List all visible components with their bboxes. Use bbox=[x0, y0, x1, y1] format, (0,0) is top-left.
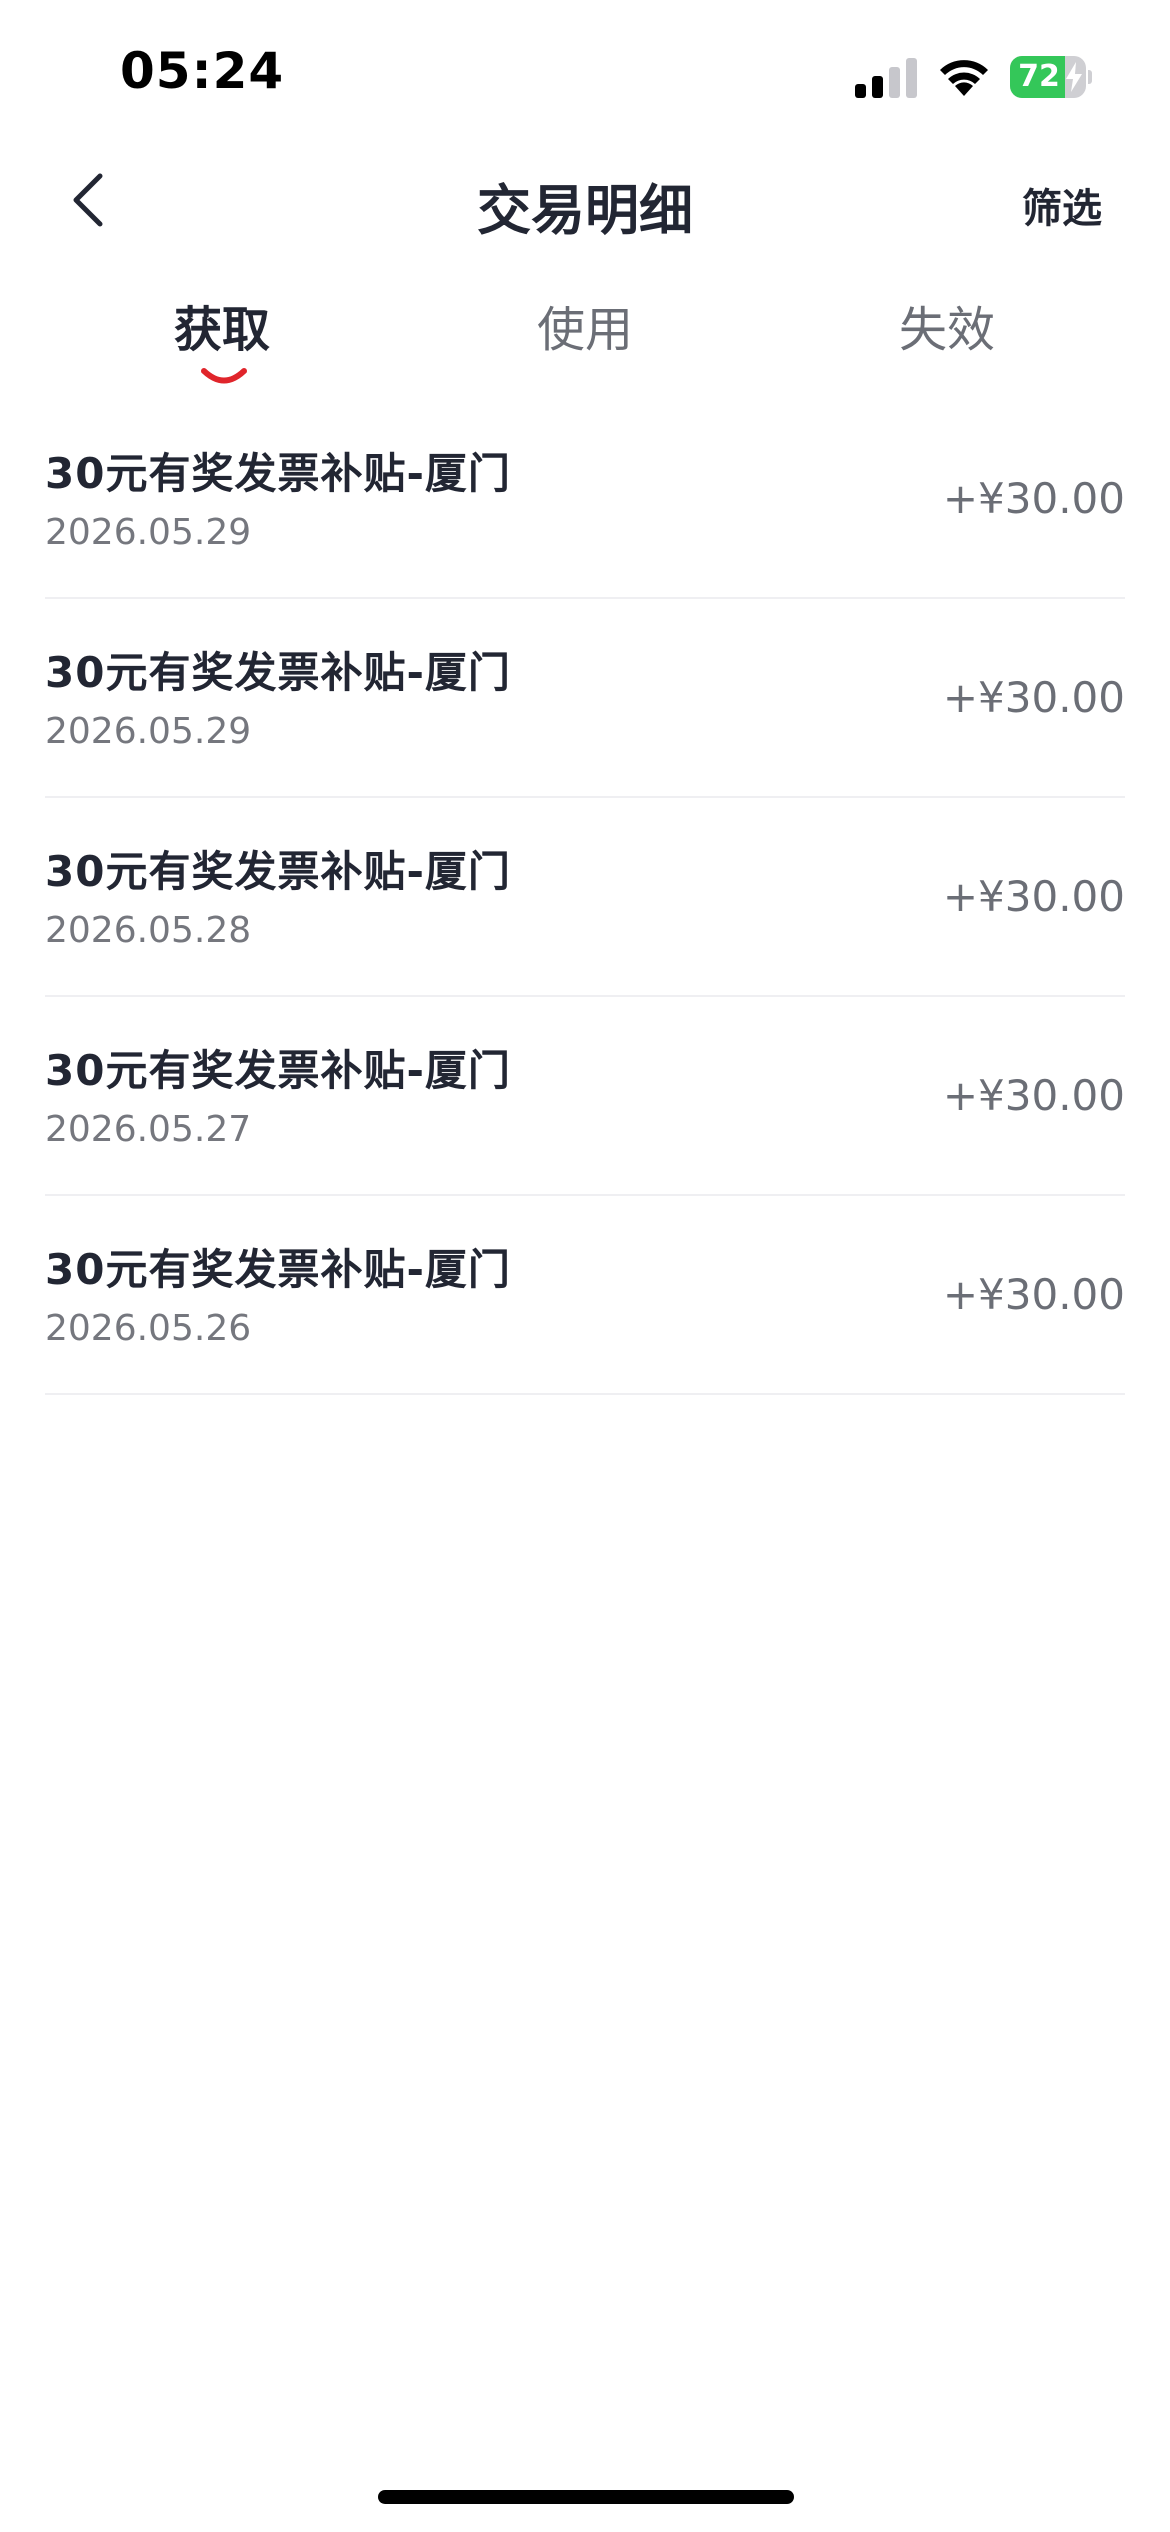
transaction-date: 2026.05.28 bbox=[45, 910, 252, 951]
battery-body: 72 bbox=[1010, 56, 1086, 98]
transaction-title: 30元有奖发票补贴-厦门 bbox=[45, 847, 511, 896]
filter-button[interactable]: 筛选 bbox=[1022, 176, 1102, 234]
battery-cap bbox=[1088, 70, 1092, 84]
transaction-date: 2026.05.26 bbox=[45, 1308, 252, 1349]
transaction-title: 30元有奖发票补贴-厦门 bbox=[45, 648, 511, 697]
tab-expired[interactable]: 失效 bbox=[817, 290, 1077, 360]
battery-indicator: 72 bbox=[1010, 56, 1092, 98]
tab-obtain[interactable]: 获取 bbox=[92, 290, 352, 360]
transaction-amount: +¥30.00 bbox=[942, 1270, 1125, 1319]
transaction-amount: +¥30.00 bbox=[942, 1071, 1125, 1120]
transaction-date: 2026.05.27 bbox=[45, 1109, 252, 1150]
list-item[interactable]: 30元有奖发票补贴-厦门 2026.05.27 +¥30.00 bbox=[45, 997, 1125, 1196]
nav-bar: 交易明细 筛选 bbox=[0, 150, 1170, 250]
status-time: 05:24 bbox=[120, 42, 285, 100]
battery-level: 72 bbox=[1018, 59, 1060, 94]
transaction-date: 2026.05.29 bbox=[45, 711, 252, 752]
list-item[interactable]: 30元有奖发票补贴-厦门 2026.05.26 +¥30.00 bbox=[45, 1196, 1125, 1395]
home-indicator bbox=[378, 2490, 794, 2504]
list-item[interactable]: 30元有奖发票补贴-厦门 2026.05.28 +¥30.00 bbox=[45, 798, 1125, 997]
tab-use[interactable]: 使用 bbox=[455, 290, 715, 360]
transaction-title: 30元有奖发票补贴-厦门 bbox=[45, 1245, 511, 1294]
list-item[interactable]: 30元有奖发票补贴-厦门 2026.05.29 +¥30.00 bbox=[45, 599, 1125, 798]
bolt-icon bbox=[1066, 62, 1082, 92]
wifi-icon bbox=[940, 60, 988, 96]
transaction-amount: +¥30.00 bbox=[942, 673, 1125, 722]
tab-bar: 获取 使用 失效 bbox=[0, 290, 1170, 400]
transaction-title: 30元有奖发票补贴-厦门 bbox=[45, 449, 511, 498]
transaction-list: 30元有奖发票补贴-厦门 2026.05.29 +¥30.00 30元有奖发票补… bbox=[45, 400, 1125, 1395]
page-title: 交易明细 bbox=[477, 179, 693, 242]
transaction-title: 30元有奖发票补贴-厦门 bbox=[45, 1046, 511, 1095]
transaction-amount: +¥30.00 bbox=[942, 474, 1125, 523]
transaction-date: 2026.05.29 bbox=[45, 512, 252, 553]
tab-active-indicator bbox=[201, 368, 247, 384]
cellular-signal-icon bbox=[855, 58, 917, 98]
status-bar: 05:24 72 bbox=[0, 0, 1170, 150]
transaction-amount: +¥30.00 bbox=[942, 872, 1125, 921]
list-item[interactable]: 30元有奖发票补贴-厦门 2026.05.29 +¥30.00 bbox=[45, 400, 1125, 599]
